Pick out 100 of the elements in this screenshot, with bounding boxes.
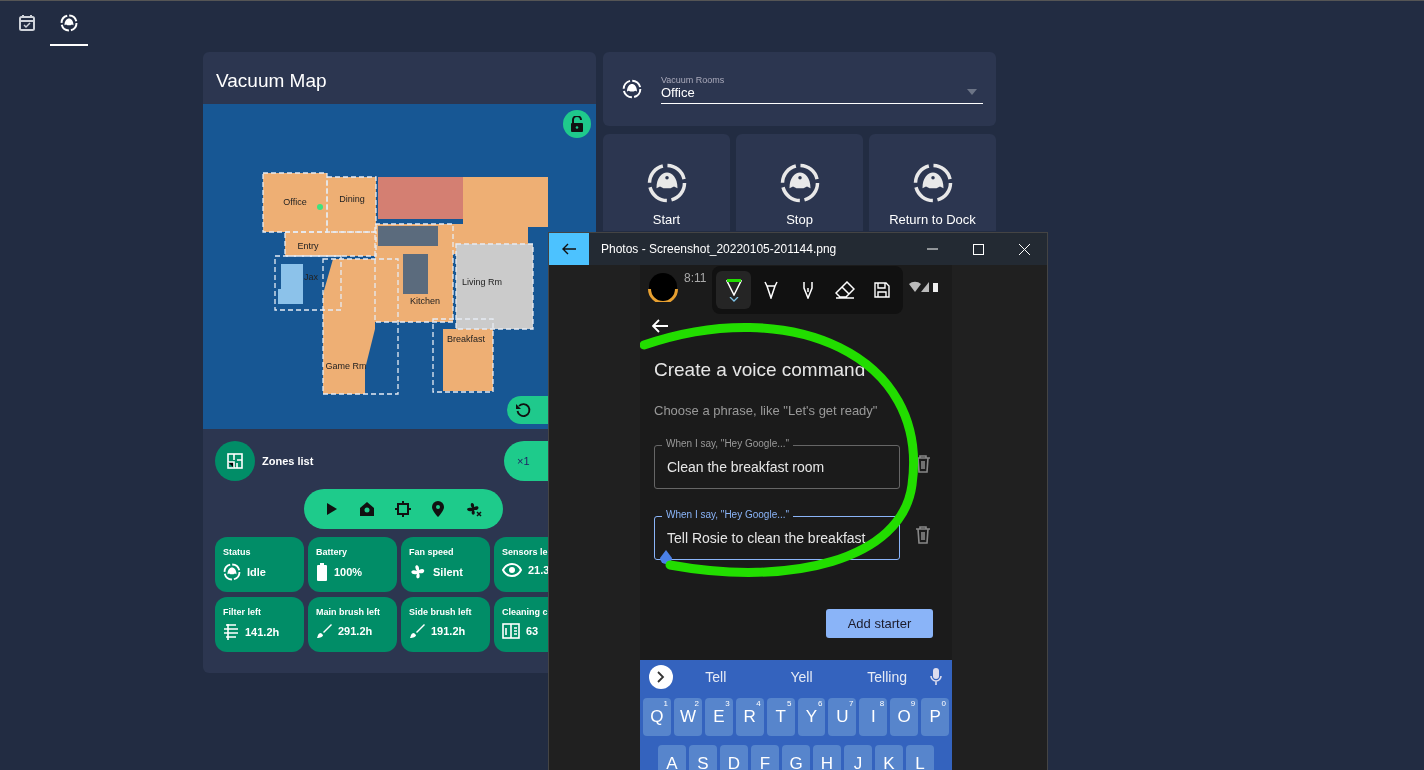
expand-button[interactable] [649,665,673,689]
keyboard-key[interactable]: J [844,745,872,770]
back-arrow-icon [652,319,668,333]
key-letter: I [870,707,876,727]
keyboard-key[interactable]: 4 R [735,698,764,736]
chevron-right-icon [657,671,665,683]
keyboard-key[interactable]: 6 Y [797,698,826,736]
keyboard-key[interactable]: 2 W [673,698,702,736]
key-letter: E [713,707,725,727]
stat-label: Fan speed [409,547,455,557]
keyboard-key[interactable]: 5 T [766,698,795,736]
dropdown-label: Vacuum Rooms [661,74,726,85]
close-icon [1018,243,1030,255]
key-digit: 0 [941,699,946,708]
suggestion-chip[interactable]: Telling [844,668,930,686]
back-arrow-icon [562,243,576,255]
suggestion-chip[interactable]: Yell [758,668,845,686]
floorplan-icon [226,452,244,470]
keyboard-key[interactable]: 0 P [921,698,949,736]
room-label: Kitchen [410,296,440,306]
keyboard-key[interactable]: 1 Q [643,698,671,736]
key-letter: K [883,754,895,770]
stat-value: 191.2h [431,625,466,637]
chevron-icon [728,297,739,302]
keyboard-key[interactable]: L [906,745,934,770]
keyboard-key[interactable]: 8 I [859,698,888,736]
home-pin-icon[interactable] [358,501,375,517]
keyboard-key[interactable]: 9 O [890,698,919,736]
fan-off-icon[interactable] [465,501,483,517]
key-letter: Y [805,707,818,727]
key-digit: 9 [910,699,916,708]
stat-value: 63 [526,625,539,637]
location-pin-icon[interactable] [432,501,445,517]
dropdown-arrow-icon [967,89,977,95]
delete-icon[interactable] [915,525,931,544]
robot-vacuum-icon [645,162,688,204]
key-letter: D [727,754,741,770]
stat-value: Silent [433,566,463,578]
field-label: When I say, "Hey Google..." [662,509,794,520]
zones-label: Zones list [262,455,314,467]
keyboard-key[interactable]: K [875,745,903,770]
keyboard-key[interactable]: F [751,745,779,770]
action-button[interactable]: Return to Dock [869,134,996,231]
key-letter: W [679,707,696,727]
stat-value: 291.2h [338,625,373,637]
key-digit: 5 [787,699,792,708]
battery-icon [316,563,328,581]
delete-icon[interactable] [915,454,931,473]
robot-vacuum-icon [622,79,642,99]
maximize-icon [972,243,984,255]
counter-icon [502,623,520,639]
microphone-icon[interactable] [930,668,942,686]
robot-vacuum-icon [223,563,241,581]
eye-icon [502,563,522,577]
key-letter: R [743,707,756,727]
key-digit: 4 [756,699,761,708]
stat-label: Main brush left [316,607,381,617]
keyboard-key[interactable]: S [689,745,717,770]
key-digit: 1 [663,699,668,708]
key-letter: T [775,707,786,727]
key-letter: Q [650,707,664,727]
zone-select-icon[interactable] [395,501,412,517]
card-title: Vacuum Map [215,69,328,93]
room-label: Breakfast [447,334,485,344]
keyboard-key[interactable]: 3 E [704,698,733,736]
keyboard-key[interactable]: H [813,745,841,770]
room-label: Dining [339,194,365,204]
keyboard-key[interactable]: G [782,745,810,770]
action-button[interactable]: Stop [736,134,863,231]
repeat-button[interactable]: ×1 [504,441,548,481]
stat-label: Side brush left [409,607,473,617]
keyboard-key[interactable]: A [658,745,686,770]
save-icon [873,282,890,298]
hint-text: Choose a phrase, like "Let's get ready" [654,403,879,418]
status-icons [909,281,940,293]
keyboard-key[interactable]: 7 U [828,698,857,736]
stat-value: 141.2h [245,626,280,638]
back-button[interactable] [549,233,589,265]
room-label: Game Rm [325,361,367,371]
key-digit: 6 [818,699,823,708]
zones-button[interactable] [215,441,255,481]
room-label: Living Rm [462,277,502,287]
add-starter-button[interactable]: Add starter [826,609,933,638]
key-letter: G [789,754,803,770]
suggestion-chip[interactable]: Tell [673,668,759,686]
key-digit: 3 [725,699,730,708]
drawing-tool[interactable] [716,271,752,309]
key-letter: S [697,754,709,770]
stat-label: Status [223,547,252,557]
keyboard-key[interactable]: D [720,745,748,770]
stat-value: Idle [247,566,266,578]
key-digit: 8 [879,699,885,708]
room-label: Entry [297,241,319,251]
action-button[interactable]: Start [603,134,730,231]
key-letter: J [853,754,863,770]
lock-icon [570,116,584,132]
page-heading: Create a voice command [654,359,867,381]
highlighter-icon [763,281,778,299]
reset-button[interactable] [507,396,548,424]
rooms-dropdown[interactable]: Vacuum Rooms Office [661,74,983,104]
